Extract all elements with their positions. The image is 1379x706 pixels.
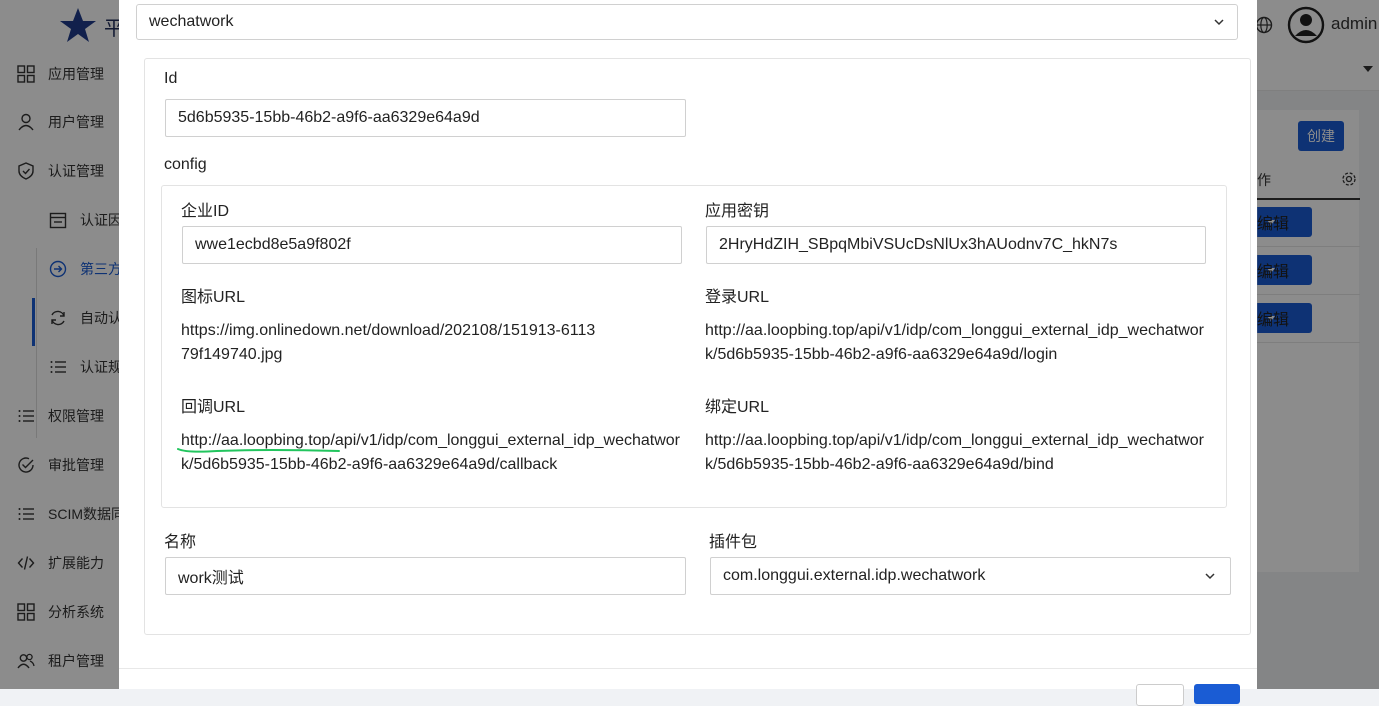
corp-id-label: 企业ID [181,203,230,220]
secret-field[interactable]: 2HryHdZIH_SBpqMbiVSUcDsNlUx3hAUodnv7C_hk… [706,226,1206,264]
name-field[interactable]: work测试 [165,557,686,595]
package-value: com.longgui.external.idp.wechatwork [723,567,986,584]
package-label: 插件包 [709,534,758,551]
id-label: Id [164,70,178,87]
chevron-down-icon [1214,19,1224,26]
corp-id-field[interactable]: wwe1ecbd8e5a9f802f [182,226,682,264]
edit-provider-modal: wechatwork Id 5d6b5935-15bb-46b2-a9f6-aa… [119,0,1257,706]
bind-url-label: 绑定URL [705,399,770,416]
callback-url-label: 回调URL [181,399,246,416]
login-url-label: 登录URL [705,289,770,306]
chevron-down-icon [1205,573,1215,580]
secret-label: 应用密钥 [705,203,770,220]
icon-url-label: 图标URL [181,289,246,306]
provider-type-value: wechatwork [149,13,234,30]
cancel-button[interactable] [1136,684,1184,706]
bind-url-value: http://aa.loopbing.top/api/v1/idp/com_lo… [705,432,1205,473]
provider-type-select[interactable]: wechatwork [136,4,1238,40]
package-select[interactable]: com.longgui.external.idp.wechatwork [710,557,1231,595]
id-field[interactable]: 5d6b5935-15bb-46b2-a9f6-aa6329e64a9d [165,99,686,137]
login-url-value: http://aa.loopbing.top/api/v1/idp/com_lo… [705,322,1205,363]
name-label: 名称 [164,534,197,551]
confirm-button[interactable] [1194,684,1240,704]
config-label: config [164,156,207,173]
green-highlight-stroke [177,448,340,453]
modal-footer-divider [119,668,1257,669]
icon-url-value: https://img.onlinedown.net/download/2021… [181,322,596,363]
